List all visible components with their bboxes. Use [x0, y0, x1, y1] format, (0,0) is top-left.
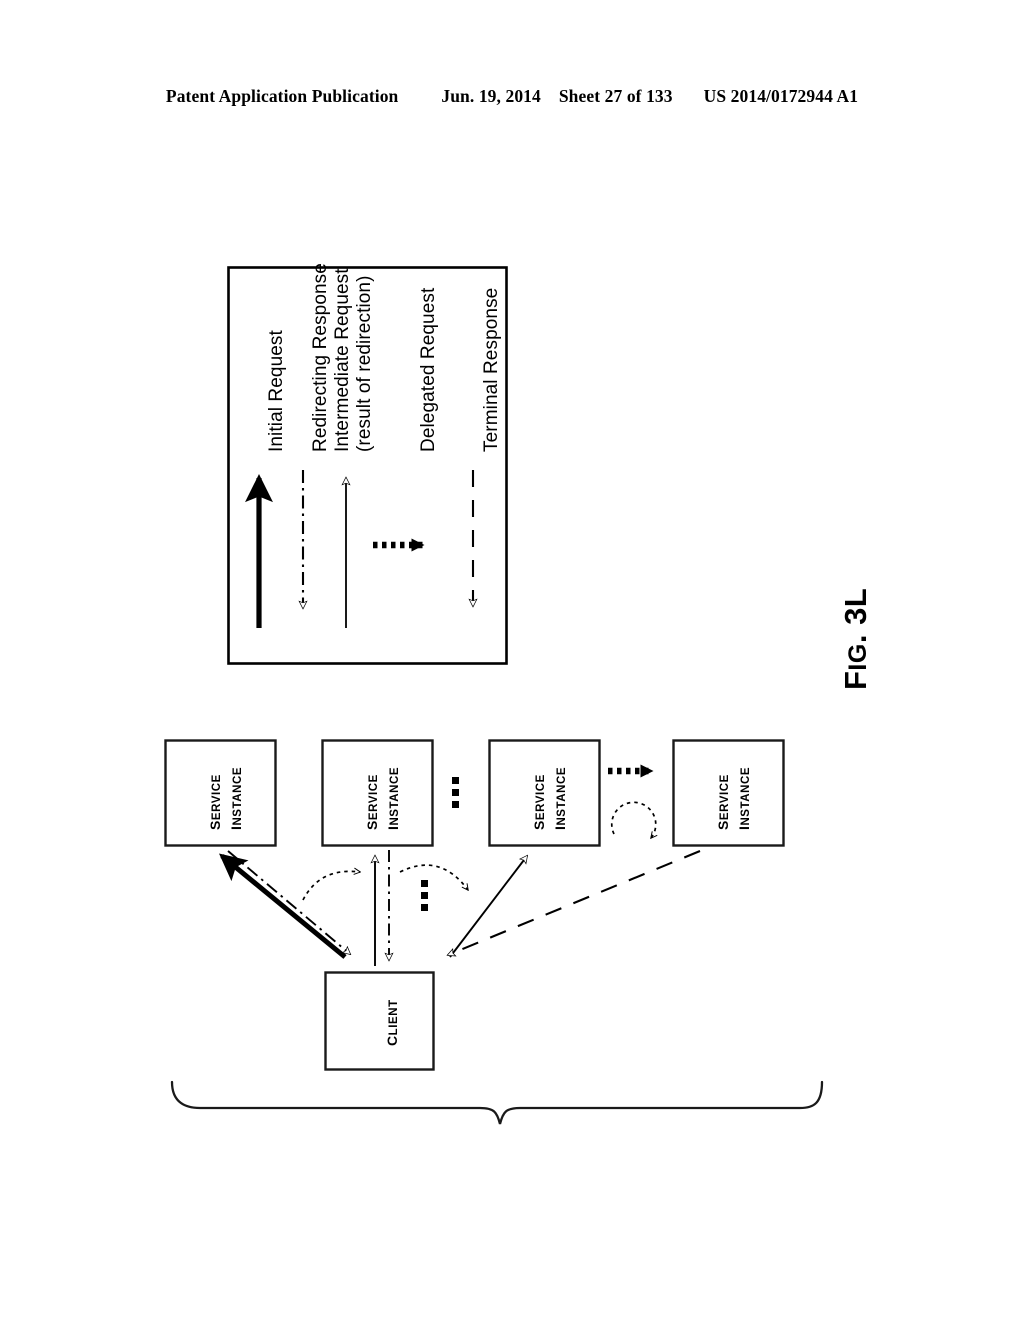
si3-line2: INSTANCE [552, 766, 568, 830]
connector-delegation-loop [610, 801, 656, 838]
si4-line1: SERVICE [715, 774, 731, 830]
legend-label-redirecting-response: Redirecting Response [310, 263, 331, 452]
client-label: CLIENT [384, 999, 400, 1046]
connector-intermediate-request-2 [449, 856, 527, 958]
service-instance-3-label-2: INSTANCE [552, 767, 571, 830]
scope-brace [170, 1080, 824, 1125]
service-instance-2-label: SERVICE [364, 774, 383, 830]
patent-figure-3l: Initial Request Redirecting Response Int… [0, 0, 1024, 1320]
legend-label-initial-request: Initial Request [266, 330, 287, 452]
service-instance-boxes [164, 739, 785, 847]
connector-redirect-hop-2 [399, 864, 468, 890]
client-box[interactable] [324, 971, 435, 1071]
service-instance-1-label-2: INSTANCE [228, 767, 247, 830]
si2-line1: SERVICE [364, 774, 380, 830]
service-instance-2-label-2: INSTANCE [385, 767, 404, 830]
service-instance-4-label-2: INSTANCE [736, 767, 755, 830]
service-instance-3-label: SERVICE [531, 774, 550, 830]
connector-initial-request [219, 853, 347, 959]
connector-redirecting-response [227, 850, 350, 954]
service-instance-1-label: SERVICE [207, 774, 226, 830]
figure-number-label: FIG. 3L [838, 587, 873, 690]
client-box-group [324, 971, 435, 1071]
connector-terminal-response [448, 850, 701, 955]
legend-label-terminal-response: Terminal Response [481, 287, 502, 452]
service-instance-4-label: SERVICE [715, 774, 734, 830]
legend-label-intermediate-request: Intermediate Request (result of redirect… [332, 268, 375, 452]
si3-line1: SERVICE [531, 774, 547, 830]
ellipsis-between-instances [452, 777, 459, 808]
connector-redirect-hop-1 [302, 871, 360, 901]
ellipsis-between-connectors [421, 880, 428, 911]
si1-line2: INSTANCE [228, 766, 244, 830]
si1-line1: SERVICE [207, 774, 223, 830]
si4-line2: INSTANCE [736, 766, 752, 830]
legend-label-delegated-request: Delegated Request [418, 287, 439, 452]
si2-line2: INSTANCE [385, 766, 401, 830]
